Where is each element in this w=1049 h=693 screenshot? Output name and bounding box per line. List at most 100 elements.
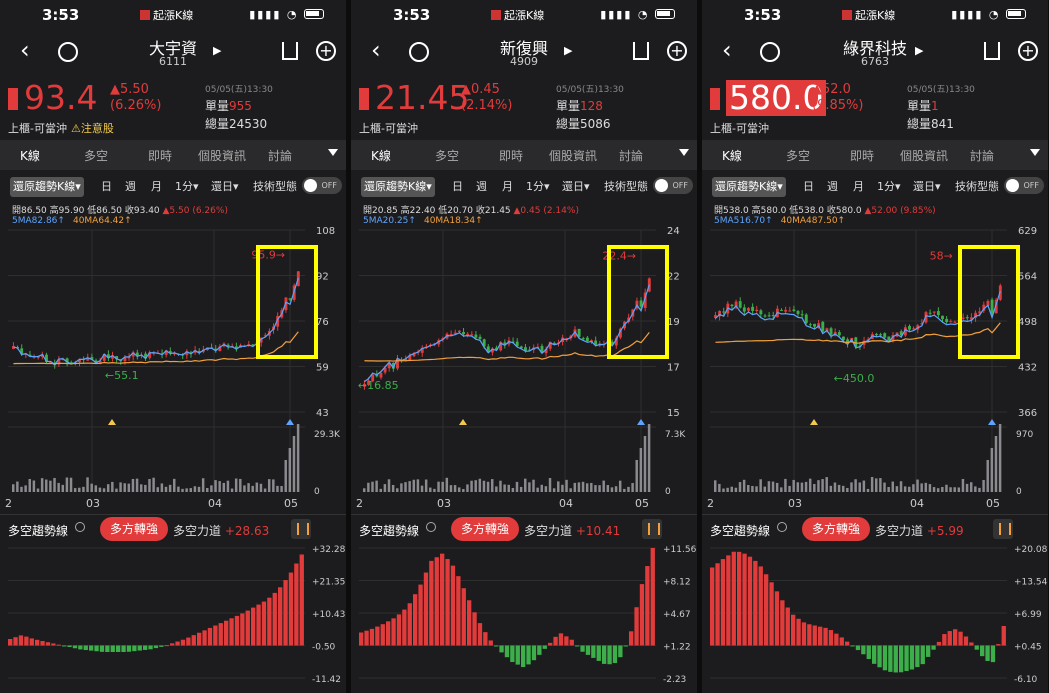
stock-nav: ‹ 新復興 4909 ▶ + [351,32,697,74]
volume-bar [511,487,515,492]
chart-control-1[interactable]: 日 [800,177,817,197]
vol-tick-0: 7.3K [665,430,686,440]
osc-bar [845,641,850,646]
chart-control-1[interactable]: 日 [98,177,115,197]
volume-bar [916,479,919,492]
next-stock-icon[interactable]: ▶ [915,44,923,57]
osc-title: 多空趨勢線 [359,524,420,538]
volume-bar [751,485,754,492]
share-icon[interactable] [282,42,298,60]
chart-control-5[interactable]: 還日▾ [910,177,944,197]
tab-0[interactable]: K線 [722,147,742,164]
candle [751,306,755,311]
osc-bar [915,645,920,668]
share-icon[interactable] [633,42,649,60]
info-icon[interactable] [777,522,787,532]
chart-control-4[interactable]: 1分▾ [523,177,553,197]
volume-bar [590,482,593,492]
osc-tick-2: +6.99 [1014,610,1042,620]
month-label-3: 05 [635,497,649,510]
chart-control-0[interactable]: 還原趨勢K線▾ [361,177,435,197]
y-tick-4: 366 [1018,408,1037,419]
tab-3[interactable]: 個股資訊 [549,147,597,164]
chart-control-4[interactable]: 1分▾ [172,177,202,197]
chart-control-0[interactable]: 還原趨勢K線▾ [10,177,84,197]
tab-0[interactable]: K線 [371,147,391,164]
next-stock-icon[interactable]: ▶ [213,44,221,57]
indicator-settings-icon[interactable] [993,519,1013,539]
month-label-2: 04 [910,497,924,510]
indicator-settings-icon[interactable] [642,519,662,539]
tab-1[interactable]: 多空 [84,147,108,164]
tab-3[interactable]: 個股資訊 [198,147,246,164]
osc-bar [283,580,288,646]
chart-control-6[interactable]: 技術型態 [250,177,300,197]
volume-bar [833,482,837,492]
volume-bar [152,477,155,492]
tab-more-icon[interactable] [679,149,689,156]
volume-bar [829,485,833,492]
tab-more-icon[interactable] [1030,149,1040,156]
add-icon[interactable]: + [316,41,336,61]
candle [965,317,969,319]
tab-1[interactable]: 多空 [786,147,810,164]
chart-control-2[interactable]: 週 [473,177,490,197]
tab-3[interactable]: 個股資訊 [900,147,948,164]
candle [883,333,887,338]
osc-bar [715,563,720,646]
chart-control-6[interactable]: 技術型態 [601,177,651,197]
volume-bar [408,481,411,492]
tech-pattern-toggle[interactable]: OFF [653,177,693,194]
trend-badge[interactable]: 多方轉強 [100,517,169,541]
share-icon[interactable] [984,42,1000,60]
month-label-1: 03 [86,497,100,510]
chart-control-0[interactable]: 還原趨勢K線▾ [712,177,786,197]
event-marker-1 [988,419,996,425]
add-icon[interactable]: + [667,41,687,61]
volume-bar [45,479,48,492]
volume-bar [73,488,77,492]
tab-2[interactable]: 即時 [850,147,874,164]
market-label: 上櫃-可當沖 [710,122,769,135]
osc-bar [893,645,898,673]
chart-control-4[interactable]: 1分▾ [874,177,904,197]
tab-2[interactable]: 即時 [499,147,523,164]
tech-pattern-toggle[interactable]: OFF [302,177,342,194]
volume-bar [635,460,638,492]
force-value: +28.63 [224,524,270,538]
volume-bar [259,483,263,492]
chart-control-5[interactable]: 還日▾ [559,177,593,197]
tech-pattern-toggle[interactable]: OFF [1004,177,1044,194]
tab-bar: K線 多空 即時 個股資訊 討論 [351,140,697,170]
tab-4[interactable]: 討論 [268,147,292,164]
chart-control-3[interactable]: 月 [499,177,516,197]
trend-badge[interactable]: 多方轉強 [451,517,520,541]
chart-control-2[interactable]: 週 [824,177,841,197]
tab-0[interactable]: K線 [20,147,40,164]
tab-4[interactable]: 討論 [619,147,643,164]
osc-bar [391,618,396,646]
tab-4[interactable]: 討論 [970,147,994,164]
chart-control-6[interactable]: 技術型態 [952,177,1002,197]
trend-badge[interactable]: 多方轉強 [802,517,871,541]
next-stock-icon[interactable]: ▶ [564,44,572,57]
osc-bar [710,567,715,646]
candle [961,317,965,319]
add-icon[interactable]: + [1018,41,1038,61]
volume-bar [577,482,581,492]
tab-more-icon[interactable] [328,149,338,156]
volume-bar [160,483,164,492]
indicator-settings-icon[interactable] [291,519,311,539]
chart-control-1[interactable]: 日 [449,177,466,197]
chart-control-5[interactable]: 還日▾ [208,177,242,197]
osc-bar [899,645,904,673]
chart-control-2[interactable]: 週 [122,177,139,197]
osc-bar [823,627,828,646]
tab-1[interactable]: 多空 [435,147,459,164]
info-icon[interactable] [426,522,436,532]
chart-control-3[interactable]: 月 [850,177,867,197]
volume-bar [891,481,895,492]
info-icon[interactable] [75,522,85,532]
chart-control-3[interactable]: 月 [148,177,165,197]
tab-2[interactable]: 即時 [148,147,172,164]
